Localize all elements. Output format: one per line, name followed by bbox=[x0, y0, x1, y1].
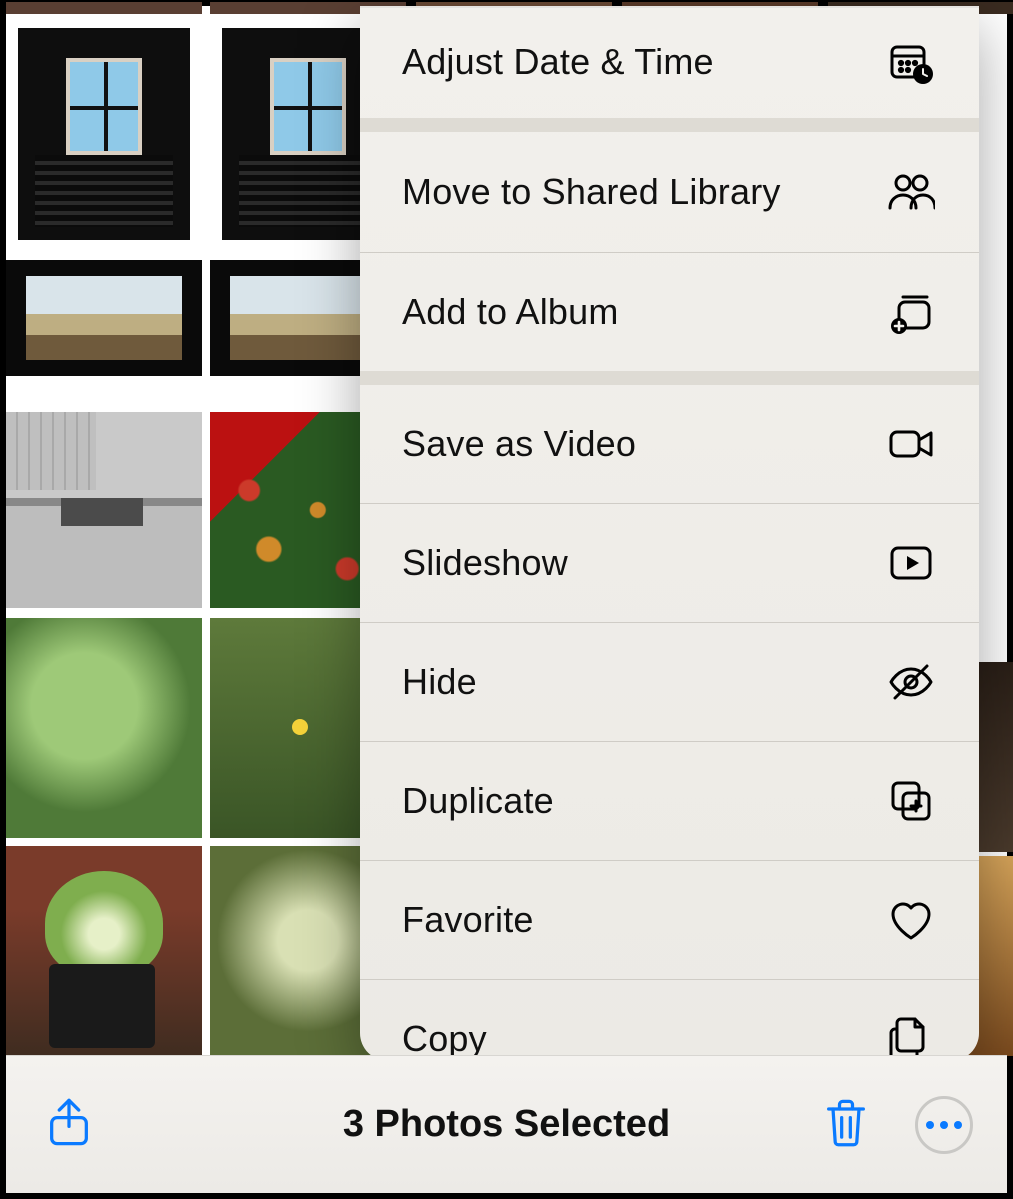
menu-item-add-to-album[interactable]: Add to Album bbox=[360, 253, 979, 371]
video-icon bbox=[883, 416, 939, 472]
duplicate-plus-icon bbox=[883, 773, 939, 829]
menu-item-label: Adjust Date & Time bbox=[402, 41, 714, 83]
menu-item-label: Move to Shared Library bbox=[402, 171, 781, 213]
photo-thumb[interactable] bbox=[6, 2, 202, 14]
ellipsis-icon bbox=[923, 1121, 965, 1129]
add-to-album-icon bbox=[883, 284, 939, 340]
photo-thumb[interactable] bbox=[6, 618, 202, 838]
menu-item-duplicate[interactable]: Duplicate bbox=[360, 742, 979, 860]
eye-slash-icon bbox=[883, 654, 939, 710]
menu-item-label: Slideshow bbox=[402, 542, 568, 584]
menu-item-slideshow[interactable]: Slideshow bbox=[360, 504, 979, 622]
calendar-clock-icon bbox=[883, 34, 939, 90]
app-frame: Adjust Date & Time Move to Shared Librar… bbox=[0, 0, 1013, 1199]
menu-item-adjust-date-time[interactable]: Adjust Date & Time bbox=[360, 6, 979, 118]
menu-item-copy[interactable]: Copy bbox=[360, 980, 979, 1061]
heart-icon bbox=[883, 892, 939, 948]
more-button[interactable] bbox=[915, 1096, 973, 1154]
context-menu: Adjust Date & Time Move to Shared Librar… bbox=[360, 6, 979, 1061]
share-button[interactable] bbox=[40, 1096, 98, 1154]
menu-item-move-shared-library[interactable]: Move to Shared Library bbox=[360, 132, 979, 252]
bottom-toolbar: 3 Photos Selected bbox=[6, 1055, 1007, 1193]
photo-thumb[interactable] bbox=[6, 846, 202, 1056]
menu-item-favorite[interactable]: Favorite bbox=[360, 861, 979, 979]
menu-item-label: Add to Album bbox=[402, 291, 619, 333]
documents-icon bbox=[883, 1011, 939, 1061]
menu-item-label: Duplicate bbox=[402, 780, 554, 822]
photo-thumb[interactable] bbox=[6, 412, 202, 608]
menu-item-save-as-video[interactable]: Save as Video bbox=[360, 385, 979, 503]
delete-button[interactable] bbox=[817, 1096, 875, 1154]
menu-item-label: Copy bbox=[402, 1018, 487, 1060]
trash-icon bbox=[820, 1096, 872, 1153]
photo-thumb[interactable] bbox=[6, 16, 202, 252]
menu-item-label: Favorite bbox=[402, 899, 534, 941]
menu-item-hide[interactable]: Hide bbox=[360, 623, 979, 741]
menu-item-label: Hide bbox=[402, 661, 477, 703]
photo-thumb[interactable] bbox=[6, 260, 202, 376]
people-icon bbox=[883, 164, 939, 220]
play-rect-icon bbox=[883, 535, 939, 591]
share-icon bbox=[43, 1096, 95, 1153]
menu-item-label: Save as Video bbox=[402, 423, 636, 465]
